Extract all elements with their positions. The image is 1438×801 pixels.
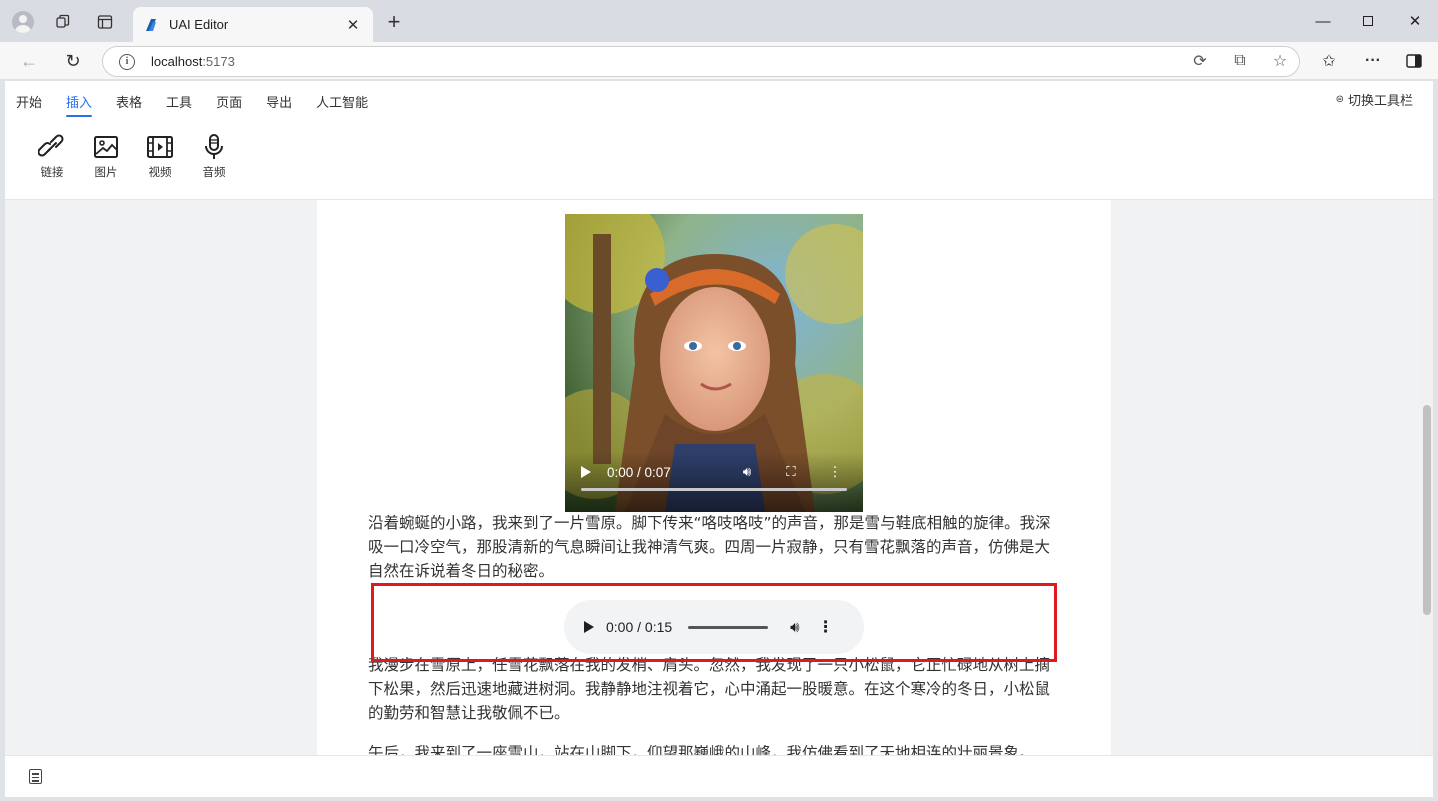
- workspaces-icon[interactable]: [49, 8, 77, 36]
- address-toolbar: ← ↻ i localhost:5173 ⟳ ⧉ ☆ ✩ ···: [0, 42, 1438, 80]
- insert-video-label: 视频: [148, 167, 172, 179]
- audio-play-icon[interactable]: [584, 621, 594, 633]
- paragraph-3[interactable]: 午后，我来到了一座雪山，站在山脚下，仰望那巍峨的山峰，我仿佛看到了天地相连的壮丽…: [368, 741, 1060, 755]
- toggle-toolbar-button[interactable]: ⊜ 切换工具栏: [1336, 90, 1413, 109]
- read-aloud-icon[interactable]: ⟳: [1191, 52, 1209, 70]
- menu-export[interactable]: 导出: [266, 92, 292, 117]
- menu-insert[interactable]: 插入: [66, 92, 93, 117]
- editor-menu: 开始 插入 表格 工具 页面 导出 人工智能: [16, 92, 392, 117]
- document-page[interactable]: 0:00 / 0:07 🔊︎ ⛶ ⋮ 沿着蜿蜒的小路，我来到了一片雪原。脚下传来…: [317, 200, 1111, 755]
- paragraph-1[interactable]: 沿着蜿蜒的小路，我来到了一片雪原。脚下传来“咯吱咯吱”的声音，那是雪与鞋底相触的…: [368, 511, 1060, 583]
- editor-workspace: 0:00 / 0:07 🔊︎ ⛶ ⋮ 沿着蜿蜒的小路，我来到了一片雪原。脚下传来…: [5, 200, 1433, 755]
- browser-tab-active[interactable]: UAI Editor ✕: [133, 7, 373, 42]
- document-outline-icon[interactable]: [29, 769, 42, 784]
- video-controls: 0:00 / 0:07 🔊︎ ⛶ ⋮: [565, 452, 863, 512]
- address-field[interactable]: i localhost:5173 ⟳ ⧉ ☆: [102, 46, 1300, 77]
- insert-video-button[interactable]: 视频: [133, 133, 187, 180]
- video-player[interactable]: 0:00 / 0:07 🔊︎ ⛶ ⋮: [565, 214, 863, 512]
- uai-favicon-icon: [146, 18, 156, 31]
- audio-progress-bar[interactable]: [688, 625, 769, 629]
- link-icon: [38, 134, 64, 157]
- maximize-icon[interactable]: [1345, 0, 1391, 42]
- minimize-icon[interactable]: —: [1300, 0, 1346, 42]
- refresh-icon[interactable]: ↻: [58, 47, 88, 75]
- insert-link-button[interactable]: 链接: [25, 133, 79, 180]
- menu-tools[interactable]: 工具: [166, 92, 192, 117]
- scrollbar-thumb[interactable]: [1423, 405, 1431, 615]
- video-more-icon[interactable]: ⋮: [823, 464, 847, 480]
- tab-actions-icon[interactable]: [91, 8, 119, 36]
- favorites-icon[interactable]: ✩: [1315, 49, 1343, 73]
- video-volume-icon[interactable]: 🔊︎: [735, 464, 759, 480]
- tab-close-icon[interactable]: ✕: [343, 16, 363, 34]
- audio-volume-icon[interactable]: 🔊︎: [790, 619, 799, 636]
- vertical-scrollbar[interactable]: [1421, 200, 1433, 755]
- audio-player[interactable]: 0:00 / 0:15 🔊︎ ⋮: [564, 600, 864, 654]
- insert-tools: 链接 图片 视频 音频: [25, 133, 241, 180]
- sidebar-icon[interactable]: [1400, 49, 1428, 73]
- video-progress-bar[interactable]: [581, 488, 847, 491]
- microphone-icon: [205, 134, 223, 159]
- video-icon: [147, 136, 173, 158]
- menu-page[interactable]: 页面: [216, 92, 242, 117]
- more-icon[interactable]: ···: [1359, 49, 1387, 73]
- toggle-toolbar-label: 切换工具栏: [1347, 93, 1413, 108]
- insert-image-button[interactable]: 图片: [79, 133, 133, 180]
- url-text: localhost:5173: [151, 54, 235, 69]
- insert-audio-label: 音频: [202, 167, 226, 179]
- new-tab-icon[interactable]: +: [380, 8, 408, 36]
- profile-icon[interactable]: [9, 8, 37, 36]
- paragraph-2[interactable]: 我漫步在雪原上，任雪花飘落在我的发梢、肩头。忽然，我发现了一只小松鼠，它正忙碌地…: [368, 653, 1060, 725]
- app-available-icon[interactable]: ⧉: [1231, 52, 1249, 70]
- video-play-icon[interactable]: [581, 466, 591, 478]
- site-info-icon[interactable]: i: [119, 53, 135, 70]
- video-fullscreen-icon[interactable]: ⛶: [779, 464, 803, 480]
- menu-table[interactable]: 表格: [116, 92, 142, 117]
- favorite-star-icon[interactable]: ☆: [1271, 52, 1289, 70]
- insert-image-label: 图片: [94, 167, 118, 179]
- insert-audio-button[interactable]: 音频: [187, 133, 241, 180]
- tab-title: UAI Editor: [169, 17, 229, 32]
- back-icon[interactable]: ←: [14, 47, 44, 75]
- browser-tab-strip: UAI Editor ✕ + — ✕: [0, 0, 1438, 42]
- window-close-icon[interactable]: ✕: [1392, 0, 1438, 42]
- video-time: 0:00 / 0:07: [607, 464, 671, 480]
- insert-link-label: 链接: [40, 167, 64, 179]
- menu-start[interactable]: 开始: [16, 92, 42, 117]
- collapse-icon: ⊜: [1335, 94, 1344, 105]
- editor-footer: [5, 755, 1433, 797]
- editor-toolbar: 开始 插入 表格 工具 页面 导出 人工智能 ⊜ 切换工具栏 链接 图片 视频 …: [5, 81, 1433, 200]
- audio-time: 0:00 / 0:15: [606, 619, 673, 635]
- image-icon: [94, 136, 118, 158]
- menu-ai[interactable]: 人工智能: [316, 92, 368, 117]
- audio-more-icon[interactable]: ⋮: [818, 617, 834, 637]
